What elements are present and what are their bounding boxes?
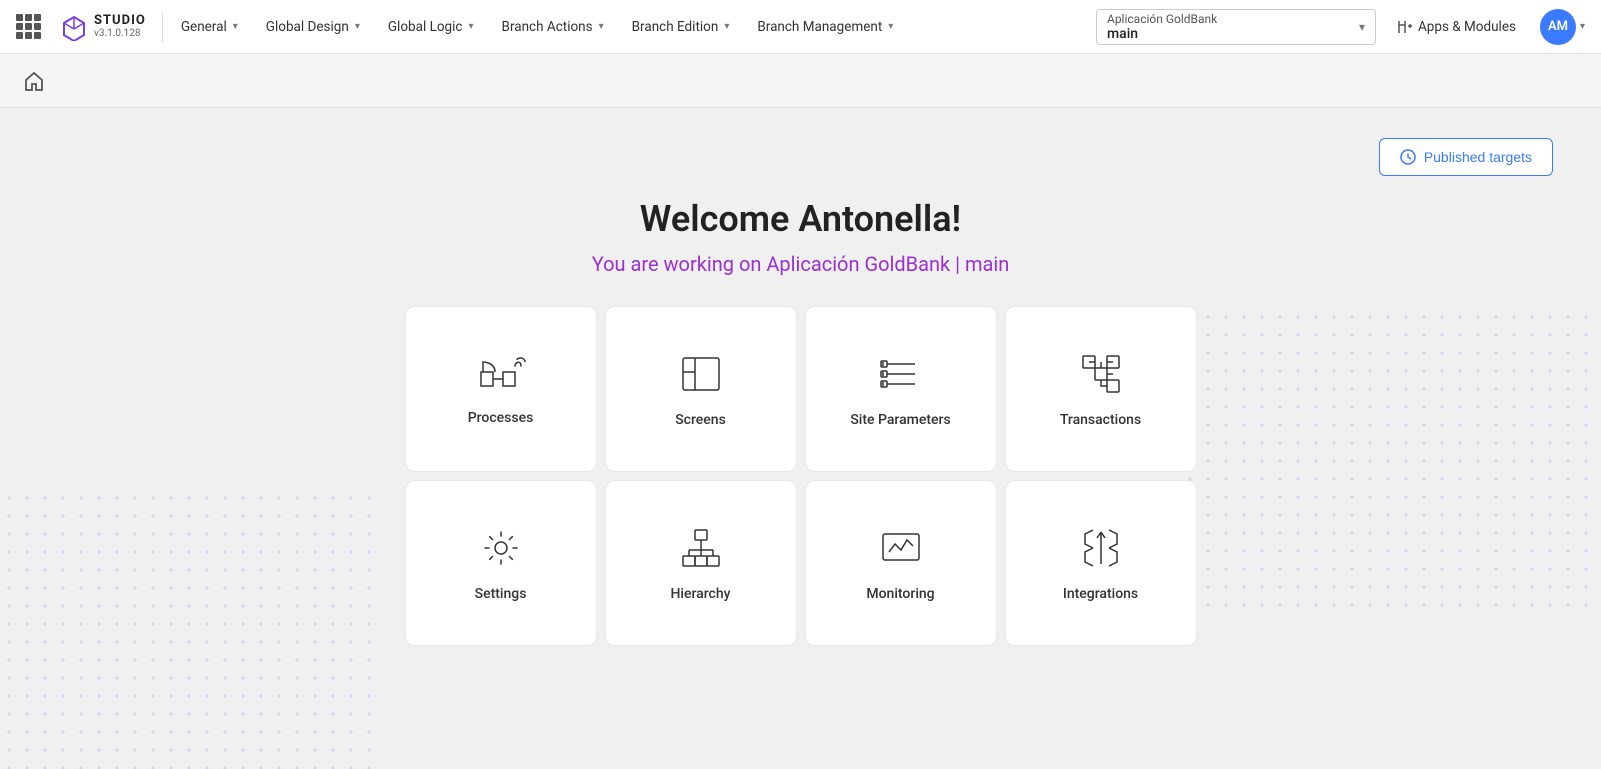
nav-item-global-design-label: Global Design [266, 19, 349, 35]
chevron-down-icon: ▾ [599, 21, 604, 32]
welcome-title: Welcome Antonella! [640, 198, 961, 240]
logo-icon [60, 13, 88, 41]
card-monitoring-label: Monitoring [866, 586, 934, 602]
card-site-parameters[interactable]: Site Parameters [805, 306, 997, 472]
card-hierarchy[interactable]: Hierarchy [605, 480, 797, 646]
apps-modules-icon [1396, 18, 1414, 36]
nav-item-global-design[interactable]: Global Design ▾ [252, 0, 374, 54]
nav-item-branch-actions[interactable]: Branch Actions ▾ [488, 0, 618, 54]
nav-item-branch-edition-label: Branch Edition [632, 19, 719, 35]
branch-name-label: main [1107, 26, 1351, 42]
card-processes[interactable]: Processes [405, 306, 597, 472]
studio-name: STUDIO [94, 14, 146, 28]
nav-item-branch-actions-label: Branch Actions [502, 19, 593, 35]
card-processes-label: Processes [468, 410, 534, 426]
logo-text: STUDIO v3.1.0.128 [94, 14, 146, 39]
home-icon [23, 70, 45, 92]
app-name-label: Aplicación GoldBank [1107, 12, 1351, 26]
card-settings[interactable]: Settings [405, 480, 597, 646]
home-button[interactable] [16, 63, 52, 99]
integrations-icon [1077, 524, 1125, 572]
hierarchy-icon [677, 524, 725, 572]
apps-modules-label: Apps & Modules [1418, 19, 1516, 35]
app-info: Aplicación GoldBank main [1107, 12, 1351, 42]
chevron-down-icon: ▾ [355, 21, 360, 32]
app-branch-selector[interactable]: Aplicación GoldBank main ▾ [1096, 9, 1376, 45]
site-parameters-icon [877, 350, 925, 398]
card-transactions[interactable]: Transactions [1005, 306, 1197, 472]
nav-item-general[interactable]: General ▾ [167, 0, 252, 54]
welcome-section: Welcome Antonella! You are working on Ap… [0, 108, 1601, 686]
chevron-down-icon: ▾ [888, 21, 893, 32]
grid-menu-icon[interactable] [8, 0, 48, 54]
transactions-icon [1077, 350, 1125, 398]
welcome-subtitle: You are working on Aplicación GoldBank |… [592, 252, 1010, 276]
cards-grid: Processes Screens [305, 306, 1297, 646]
selector-chevron-icon: ▾ [1359, 20, 1365, 34]
card-integrations-label: Integrations [1063, 586, 1138, 602]
secondary-bar [0, 54, 1601, 108]
studio-logo[interactable]: STUDIO v3.1.0.128 [48, 13, 158, 41]
main-content: Published targets Welcome Antonella! You… [0, 108, 1601, 769]
chevron-down-icon: ▾ [233, 21, 238, 32]
nav-divider-1 [162, 12, 163, 42]
screens-icon [677, 350, 725, 398]
nav-item-global-logic[interactable]: Global Logic ▾ [374, 0, 488, 54]
top-navigation: STUDIO v3.1.0.128 General ▾ Global Desig… [0, 0, 1601, 54]
chevron-down-icon: ▾ [724, 21, 729, 32]
card-integrations[interactable]: Integrations [1005, 480, 1197, 646]
nav-item-branch-edition[interactable]: Branch Edition ▾ [618, 0, 744, 54]
card-screens-label: Screens [675, 412, 726, 428]
chevron-down-icon: ▾ [469, 21, 474, 32]
avatar-chevron-icon: ▾ [1580, 21, 1585, 32]
card-settings-label: Settings [475, 586, 527, 602]
user-avatar: AM [1540, 9, 1576, 45]
processes-icon [475, 352, 527, 396]
card-site-parameters-label: Site Parameters [850, 412, 950, 428]
monitoring-icon [877, 524, 925, 572]
card-hierarchy-label: Hierarchy [670, 586, 730, 602]
nav-item-branch-management-label: Branch Management [757, 19, 882, 35]
apps-modules-button[interactable]: Apps & Modules [1384, 0, 1528, 54]
nav-right-section: Apps & Modules AM ▾ [1384, 0, 1593, 54]
nav-item-global-logic-label: Global Logic [388, 19, 463, 35]
nav-item-branch-management[interactable]: Branch Management ▾ [743, 0, 907, 54]
nav-item-general-label: General [181, 19, 227, 35]
card-screens[interactable]: Screens [605, 306, 797, 472]
settings-icon [477, 524, 525, 572]
card-transactions-label: Transactions [1060, 412, 1141, 428]
avatar-button[interactable]: AM ▾ [1532, 0, 1593, 54]
studio-version: v3.1.0.128 [94, 28, 146, 39]
card-monitoring[interactable]: Monitoring [805, 480, 997, 646]
grid-dots-icon [16, 14, 41, 39]
